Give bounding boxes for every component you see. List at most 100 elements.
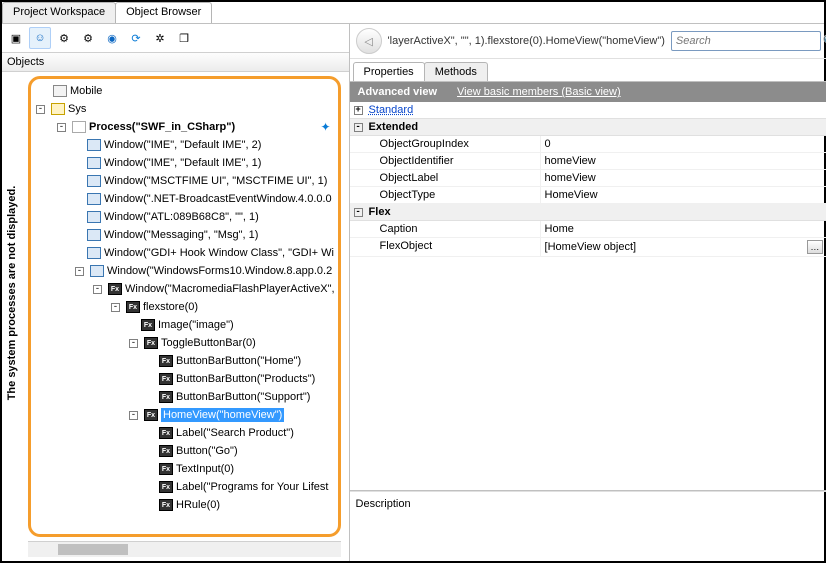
- gear-icon: ⚙: [59, 32, 69, 45]
- tree-item[interactable]: Label("Search Product"): [176, 427, 294, 439]
- fx-icon: Fx: [159, 463, 173, 475]
- toolbar-btn-8[interactable]: ❐: [173, 27, 195, 49]
- tree-item[interactable]: Window("WindowsForms10.Window.8.app.0.2: [107, 265, 332, 277]
- toolbar-btn-7[interactable]: ✲: [149, 27, 171, 49]
- section-extended[interactable]: Extended: [369, 121, 419, 133]
- tree-item-selected[interactable]: HomeView("homeView"): [161, 408, 284, 422]
- toolbar-btn-filter[interactable]: ☺: [29, 27, 51, 49]
- window-icon: [87, 211, 101, 223]
- collapse-icon[interactable]: -: [93, 285, 102, 294]
- search-container: 🔍 ▾: [671, 31, 821, 51]
- basic-view-link[interactable]: View basic members (Basic view): [457, 86, 621, 98]
- advanced-view-title: Advanced view: [358, 86, 437, 98]
- tree-mobile[interactable]: Mobile: [70, 85, 102, 97]
- tree-item[interactable]: ButtonBarButton("Products"): [176, 373, 315, 385]
- collapse-icon[interactable]: -: [111, 303, 120, 312]
- search-input[interactable]: [676, 35, 819, 47]
- window-icon: [87, 193, 101, 205]
- tree-item[interactable]: Window(".NET-BroadcastEventWindow.4.0.0.…: [104, 193, 332, 205]
- prop-key: ObjectType: [350, 187, 540, 203]
- window-icon: [87, 139, 101, 151]
- collapse-icon[interactable]: -: [75, 267, 84, 276]
- prop-value[interactable]: homeView: [540, 170, 826, 186]
- prop-key: ObjectLabel: [350, 170, 540, 186]
- tree-process[interactable]: Process("SWF_in_CSharp"): [89, 121, 235, 133]
- prop-value[interactable]: 0: [540, 136, 826, 152]
- prop-value[interactable]: Home: [540, 221, 826, 237]
- section-standard[interactable]: Standard: [369, 104, 414, 116]
- collapse-icon[interactable]: -: [57, 123, 66, 132]
- tree-item[interactable]: ButtonBarButton("Support"): [176, 391, 310, 403]
- collapse-icon[interactable]: -: [36, 105, 45, 114]
- fx-icon: Fx: [159, 391, 173, 403]
- prop-value[interactable]: homeView: [540, 153, 826, 169]
- tree-item[interactable]: Window("GDI+ Hook Window Class", "GDI+ W…: [104, 247, 334, 259]
- mobile-icon: [53, 85, 67, 97]
- tree-item[interactable]: Window("Messaging", "Msg", 1): [104, 229, 258, 241]
- sys-icon: [51, 103, 65, 115]
- window-icon: [87, 157, 101, 169]
- tree-item[interactable]: Label("Programs for Your Lifest: [176, 481, 329, 493]
- prop-value[interactable]: [HomeView object]…: [540, 238, 826, 256]
- fx-icon: Fx: [159, 499, 173, 511]
- toolbar-btn-5[interactable]: ◉: [101, 27, 123, 49]
- collapse-icon[interactable]: -: [129, 339, 138, 348]
- toolbar-btn-4[interactable]: ⚙: [77, 27, 99, 49]
- prop-key: Caption: [350, 221, 540, 237]
- fx-icon: Fx: [159, 427, 173, 439]
- toolbar-btn-3[interactable]: ⚙: [53, 27, 75, 49]
- window-icon: [90, 265, 104, 277]
- tree-item[interactable]: Image("image"): [158, 319, 234, 331]
- toolbar-btn-1[interactable]: ▣: [5, 27, 27, 49]
- tree-item[interactable]: flexstore(0): [143, 301, 198, 313]
- tree-item[interactable]: HRule(0): [176, 499, 220, 511]
- refresh-icon: ⟳: [131, 32, 140, 45]
- toolbar-btn-refresh[interactable]: ⟳: [125, 27, 147, 49]
- tree-item[interactable]: Button("Go"): [176, 445, 238, 457]
- tree-item[interactable]: ButtonBarButton("Home"): [176, 355, 301, 367]
- back-button[interactable]: ◁: [356, 28, 382, 54]
- process-icon: [72, 121, 86, 133]
- left-toolbar: ▣ ☺ ⚙ ⚙ ◉ ⟳ ✲ ❐: [2, 24, 349, 53]
- horizontal-scrollbar[interactable]: [28, 541, 341, 557]
- prop-value[interactable]: HomeView: [540, 187, 826, 203]
- window-icon: [87, 247, 101, 259]
- tab-properties[interactable]: Properties: [353, 62, 425, 81]
- object-tree[interactable]: Mobile -Sys -Process("SWF_in_CSharp")✦ W…: [31, 79, 338, 534]
- back-arrow-icon: ◁: [364, 35, 372, 48]
- prop-key: ObjectIdentifier: [350, 153, 540, 169]
- gear3-icon: ✲: [155, 32, 164, 45]
- tab-object-browser[interactable]: Object Browser: [115, 2, 212, 23]
- gear2-icon: ⚙: [83, 32, 93, 45]
- section-flex[interactable]: Flex: [369, 206, 391, 218]
- fx-icon: Fx: [144, 337, 158, 349]
- collapse-icon[interactable]: -: [354, 123, 363, 132]
- fx-icon: Fx: [141, 319, 155, 331]
- collapse-icon[interactable]: -: [129, 411, 138, 420]
- description-panel: Description: [350, 491, 826, 561]
- star-icon: ✦: [320, 120, 330, 134]
- tree-item[interactable]: ToggleButtonBar(0): [161, 337, 256, 349]
- fx-icon: Fx: [159, 481, 173, 493]
- expand-icon[interactable]: +: [354, 106, 363, 115]
- tree-item[interactable]: Window("IME", "Default IME", 1): [104, 157, 261, 169]
- tree-item[interactable]: Window("IME", "Default IME", 2): [104, 139, 261, 151]
- ellipsis-button[interactable]: …: [807, 240, 823, 254]
- fx-icon: Fx: [126, 301, 140, 313]
- objects-header: Objects: [2, 53, 349, 72]
- window-icon: ❐: [179, 32, 189, 45]
- fx-icon: Fx: [144, 409, 158, 421]
- tree-item[interactable]: TextInput(0): [176, 463, 234, 475]
- eye-icon: ◉: [107, 32, 117, 45]
- tree-item[interactable]: Window("MacromediaFlashPlayerActiveX",: [125, 283, 335, 295]
- prop-key: ObjectGroupIndex: [350, 136, 540, 152]
- scrollbar-thumb[interactable]: [58, 544, 128, 555]
- window-icon: [87, 229, 101, 241]
- collapse-icon[interactable]: -: [354, 208, 363, 217]
- tab-project-workspace[interactable]: Project Workspace: [2, 2, 116, 23]
- window-icon: [87, 175, 101, 187]
- tree-item[interactable]: Window("MSCTFIME UI", "MSCTFIME UI", 1): [104, 175, 327, 187]
- tree-sys[interactable]: Sys: [68, 103, 86, 115]
- tree-item[interactable]: Window("ATL:089B68C8", "", 1): [104, 211, 259, 223]
- tab-methods[interactable]: Methods: [424, 62, 488, 81]
